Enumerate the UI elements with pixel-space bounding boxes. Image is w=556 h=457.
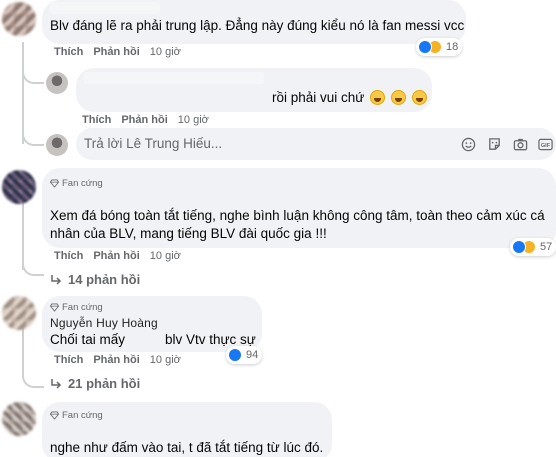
author-name[interactable]: Nguyễn Huy Hoàng [50,316,158,330]
thread-connector [22,124,44,146]
comment-text: nghe như đấm vào tai, t đã tắt tiếng từ … [50,440,324,455]
comment-text: rồi phải vui chứ [272,88,427,108]
author-name-hidden [50,2,160,14]
reply-placeholder: Trả lời Lê Trung Hiếu... [84,136,223,151]
author-name-hidden [84,72,264,84]
like-link[interactable]: Thích [54,250,83,262]
comment-actions: Thích Phản hồi 10 giờ [54,354,181,366]
comment-time[interactable]: 10 giờ [150,354,181,366]
reaction-summary[interactable]: 18 [416,38,463,56]
like-link[interactable]: Thích [54,46,83,58]
like-link[interactable]: Thích [82,114,111,126]
comment-text: nhân của BLV, mang tiếng BLV đài quốc gi… [50,226,327,241]
reply-link[interactable]: Phản hồi [93,250,139,262]
grinning-emoji-icon [390,90,406,105]
comment-text-body: rồi phải vui chứ [272,90,365,105]
comment-time[interactable]: 10 giờ [150,46,181,58]
comment-actions: Thích Phản hồi 10 giờ [82,114,209,126]
avatar[interactable] [2,402,36,436]
replies-count: 21 phản hồi [68,376,141,391]
reply-arrow-icon [51,274,62,285]
fan-badge-label: Fan cứng [62,178,103,189]
reply-link[interactable]: Phản hồi [121,114,167,126]
replies-count: 14 phản hồi [68,272,141,287]
view-replies-button[interactable]: 14 phản hồi [50,272,140,287]
reply-link[interactable]: Phản hồi [93,354,139,366]
view-replies-button[interactable]: 21 phản hồi [50,376,140,391]
reaction-summary[interactable]: 94 [226,346,263,364]
avatar[interactable] [2,170,36,204]
like-icon [418,40,432,54]
fan-badge: Fan cứng [50,302,103,313]
thread-connector [22,254,44,276]
grinning-emoji-icon [411,90,427,105]
comment-time[interactable]: 10 giờ [150,250,181,262]
diamond-icon [50,303,59,312]
reaction-count: 18 [446,41,459,53]
reply-arrow-icon [51,378,62,389]
avatar[interactable] [2,296,36,330]
like-link[interactable]: Thích [54,354,83,366]
gif-icon[interactable]: GIF [537,136,553,152]
comment-time[interactable]: 10 giờ [178,114,209,126]
diamond-icon [50,179,59,188]
thread-connector [22,62,44,84]
comment-text: Chối tai mấy [50,332,126,347]
emoji-icon[interactable] [460,136,476,152]
comment-actions: Thích Phản hồi 10 giờ [54,250,181,262]
avatar[interactable] [46,72,68,94]
gif-label: GIF [540,143,550,149]
thread-connector [22,366,44,388]
grinning-emoji-icon [370,90,386,105]
fan-badge: Fan cứng [50,178,103,189]
fan-badge: Fan cứng [50,410,103,421]
camera-icon[interactable] [512,136,528,152]
fan-badge-label: Fan cứng [62,410,103,421]
comment-text: Blv đáng lẽ ra phải trung lập. Đẳng này … [50,18,465,33]
avatar[interactable] [2,2,36,36]
fan-badge-label: Fan cứng [62,302,103,313]
reaction-count: 94 [246,349,259,361]
current-user-avatar[interactable] [46,134,68,156]
like-icon [512,240,526,254]
sticker-icon[interactable] [486,136,502,152]
reaction-summary[interactable]: 57 [510,238,556,256]
comment-actions: Thích Phản hồi 10 giờ [54,46,181,58]
diamond-icon [50,411,59,420]
reaction-count: 57 [540,241,553,253]
like-icon [228,348,242,362]
comment-text: Xem đá bóng toàn tắt tiếng, nghe bình lu… [50,208,545,223]
reply-link[interactable]: Phản hồi [93,46,139,58]
